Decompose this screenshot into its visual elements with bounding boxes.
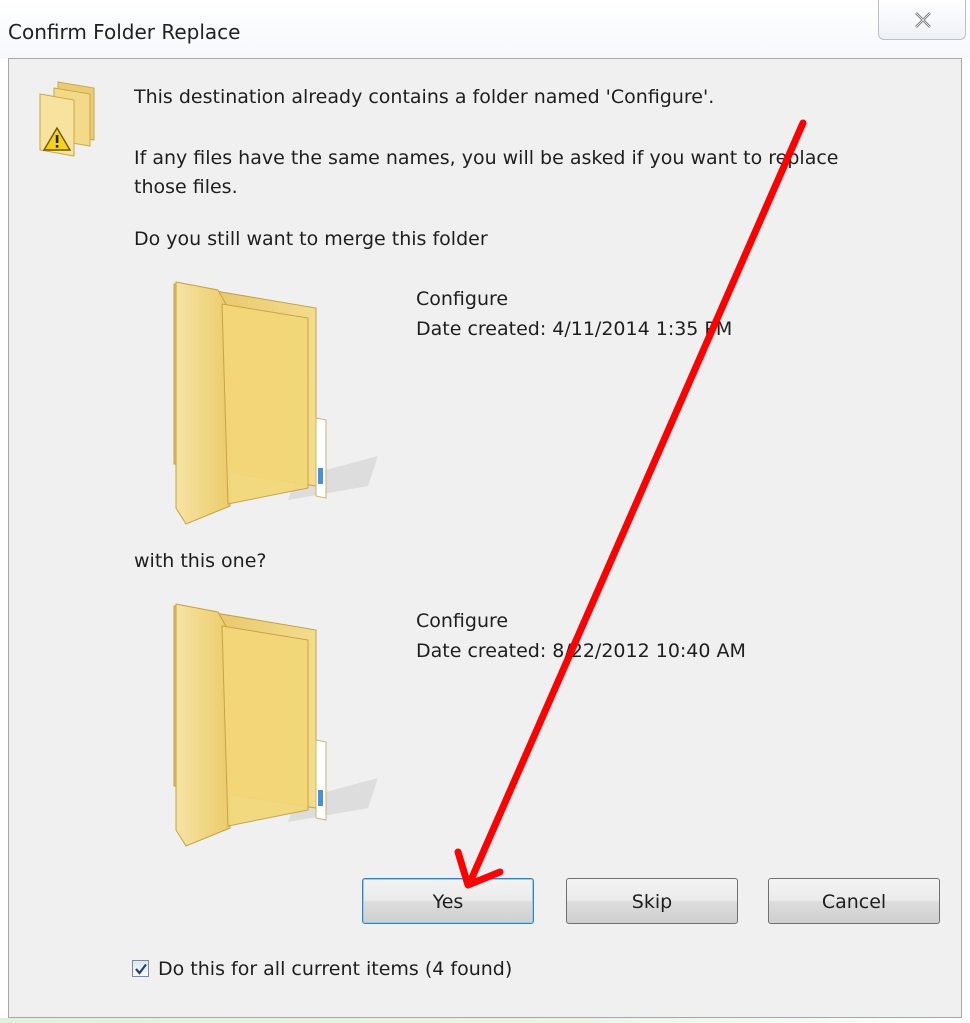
apply-all-checkbox[interactable] xyxy=(132,960,149,977)
message-line-2a: If any files have the same names, you wi… xyxy=(134,147,839,169)
dialog-body xyxy=(8,58,962,1018)
close-icon xyxy=(915,12,931,28)
title-bar: Confirm Folder Replace xyxy=(0,0,970,58)
close-button[interactable] xyxy=(878,0,966,40)
with-this-one-label: with this one? xyxy=(134,550,267,572)
destination-folder-icon xyxy=(173,281,378,525)
source-folder-icon xyxy=(173,603,378,847)
cancel-button[interactable]: Cancel xyxy=(768,878,940,924)
skip-button[interactable]: Skip xyxy=(566,878,738,924)
destination-folder-name: Configure xyxy=(416,288,509,310)
apply-all-label[interactable]: Do this for all current items (4 found) xyxy=(158,954,512,984)
taskbar-strip xyxy=(0,1018,970,1023)
window-title: Confirm Folder Replace xyxy=(8,20,241,44)
folder-warning-icon xyxy=(39,81,95,157)
message-line-1: This destination already contains a fold… xyxy=(134,86,715,108)
source-folder-name: Configure xyxy=(416,610,509,632)
checkmark-icon xyxy=(135,963,147,975)
yes-button[interactable]: Yes xyxy=(362,878,534,924)
source-folder-date: Date created: 8/22/2012 10:40 AM xyxy=(416,640,746,662)
merge-question: Do you still want to merge this folder xyxy=(134,228,488,250)
destination-folder-date: Date created: 4/11/2014 1:35 PM xyxy=(416,318,733,340)
message-line-2b: those files. xyxy=(134,176,238,198)
